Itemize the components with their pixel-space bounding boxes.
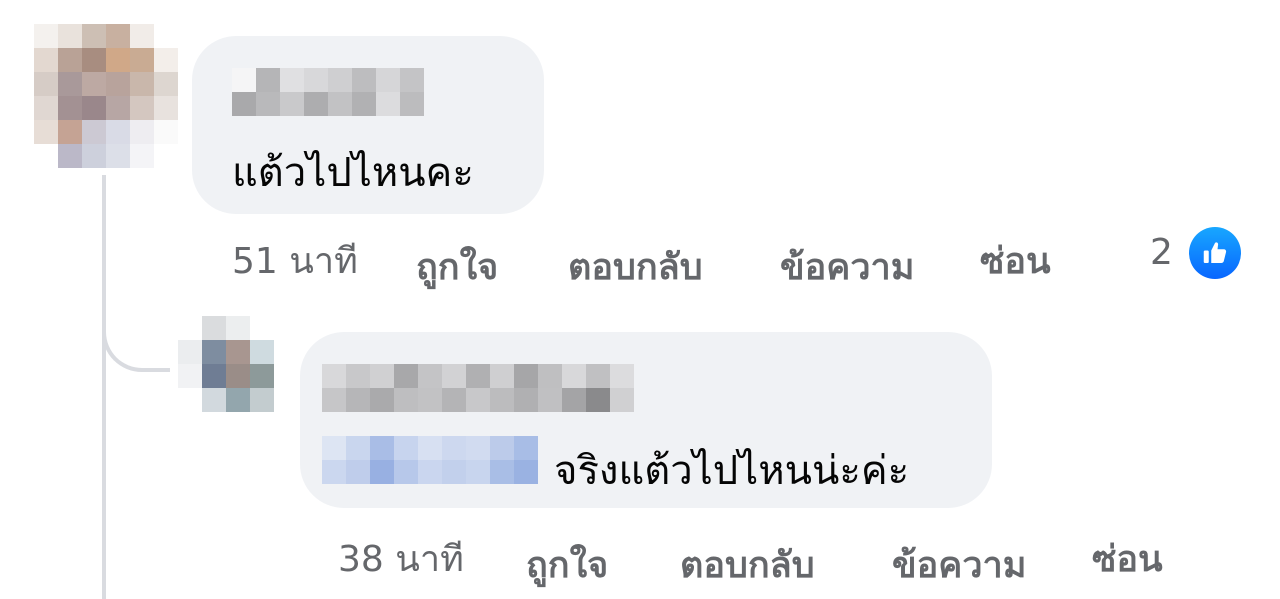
message-button[interactable]: ข้อความ bbox=[780, 238, 914, 295]
like-button[interactable]: ถูกใจ bbox=[526, 536, 608, 593]
commenter-name[interactable] bbox=[322, 364, 634, 388]
commenter-name[interactable] bbox=[232, 68, 424, 92]
reaction-count[interactable]: 2 bbox=[1150, 232, 1173, 273]
comment-thread: แต้วไปไหนคะ 51 นาที ถูกใจ ตอบกลับ ข้อควา… bbox=[0, 0, 1280, 599]
commenter-name-blur bbox=[232, 92, 424, 116]
comment-time[interactable]: 51 นาที bbox=[232, 232, 358, 289]
reply-connector bbox=[102, 300, 170, 372]
reply-button[interactable]: ตอบกลับ bbox=[568, 238, 703, 295]
commenter-name-blur bbox=[322, 388, 634, 412]
avatar[interactable] bbox=[34, 24, 178, 168]
comment-text: จริงแต้วไปไหนน่ะค่ะ bbox=[554, 448, 910, 494]
thread-line bbox=[102, 175, 106, 599]
thumbs-up-icon[interactable] bbox=[1189, 227, 1241, 279]
hide-button[interactable]: ซ่อน bbox=[1092, 530, 1163, 587]
avatar[interactable] bbox=[178, 316, 274, 412]
like-button[interactable]: ถูกใจ bbox=[416, 238, 498, 295]
mention-tag[interactable] bbox=[322, 436, 538, 460]
message-button[interactable]: ข้อความ bbox=[892, 536, 1026, 593]
reply-button[interactable]: ตอบกลับ bbox=[680, 536, 815, 593]
mention-tag-blur bbox=[322, 460, 538, 484]
hide-button[interactable]: ซ่อน bbox=[980, 232, 1051, 289]
thumbs-up-glyph bbox=[1203, 242, 1227, 263]
comment-text: แต้วไปไหนคะ bbox=[232, 150, 474, 196]
comment-time[interactable]: 38 นาที bbox=[338, 530, 464, 587]
